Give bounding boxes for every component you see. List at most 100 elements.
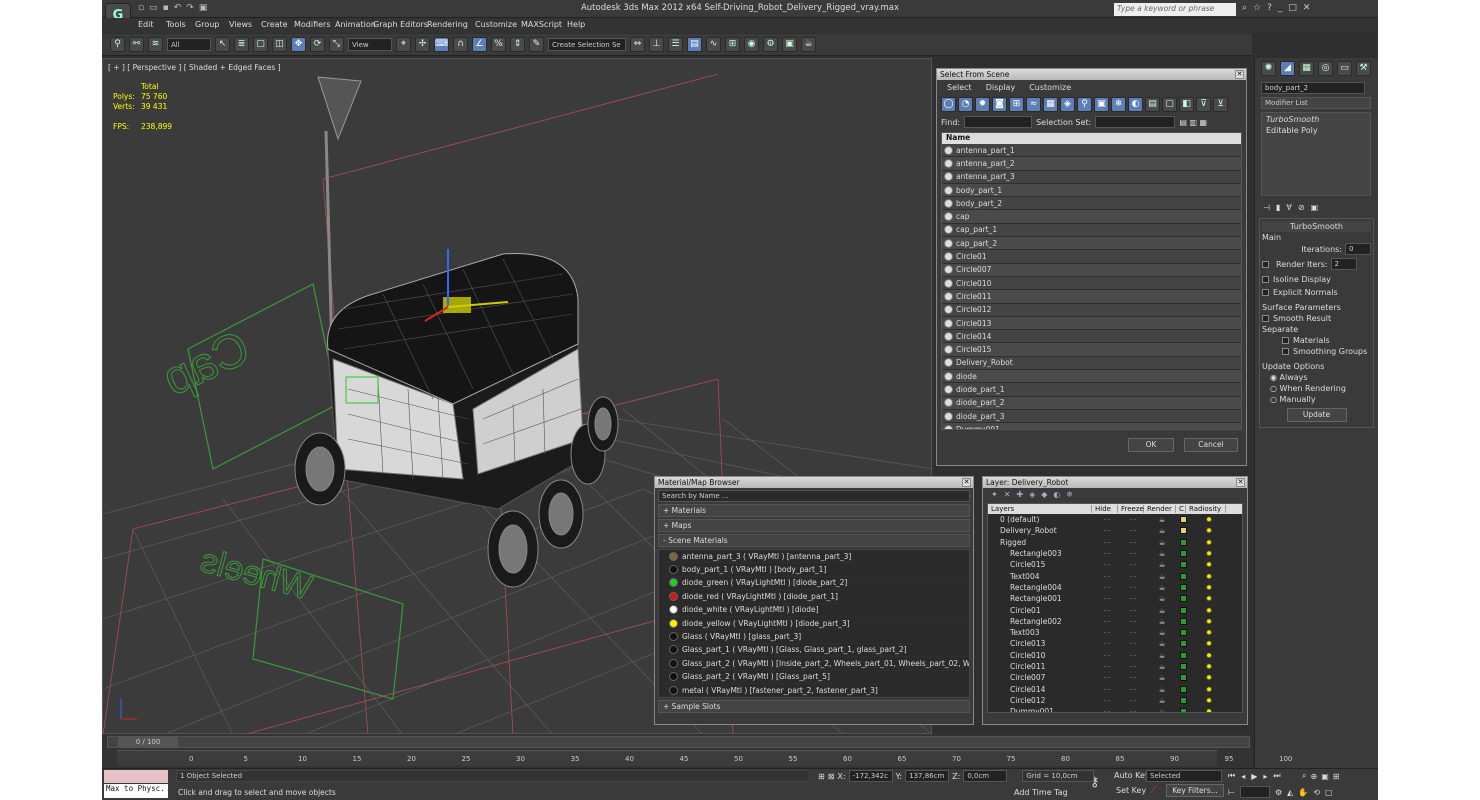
sample-slots-section[interactable]: + Sample Slots (658, 700, 970, 714)
material-item[interactable]: body_part_1 ( VRayMtl ) [body_part_1] (659, 563, 969, 577)
layer-row[interactable]: Text003 ⋯ ⋯ ☕ ✹ (988, 627, 1242, 638)
close-icon[interactable]: ✕ (1235, 70, 1244, 79)
redo-icon[interactable]: ↷ (186, 3, 194, 13)
layer-color-swatch[interactable] (1180, 617, 1187, 625)
layer-color-swatch[interactable] (1180, 516, 1187, 524)
hide-toggle-icon[interactable]: ⋯ (1094, 526, 1120, 535)
render-iters-checkbox[interactable] (1262, 260, 1269, 268)
menu-customize[interactable]: Customize (1029, 83, 1071, 92)
layer-color-swatch[interactable] (1180, 708, 1187, 712)
key-mode-toggle-icon[interactable]: ⊢ (1228, 788, 1235, 797)
selection-set-tools-icon[interactable]: ▤ ▥ ▦ (1179, 118, 1207, 127)
scene-object-row[interactable]: Circle01 (942, 250, 1241, 264)
angle-snap-icon[interactable]: ∠ (472, 37, 487, 52)
layer-row[interactable]: Rectangle003 ⋯ ⋯ ☕ ✹ (988, 548, 1242, 559)
render-toggle-icon[interactable]: ☕ (1146, 617, 1178, 626)
update-button[interactable]: Update (1286, 408, 1347, 422)
render-production-icon[interactable]: ☕ (801, 37, 816, 52)
play-icon[interactable]: ▶ (1251, 772, 1257, 781)
remove-modifier-icon[interactable]: ⊘ (1298, 203, 1305, 212)
layer-color-swatch[interactable] (1180, 640, 1187, 648)
render-toggle-icon[interactable]: ☕ (1146, 685, 1178, 694)
layer-column-layers[interactable]: Layers (988, 505, 1092, 513)
display-containers-icon[interactable]: ▣ (1094, 97, 1109, 112)
add-to-layer-icon[interactable]: ✚ (1016, 490, 1023, 499)
set-key-button[interactable]: Set Key (1116, 786, 1146, 795)
minimize-icon[interactable]: _ (1278, 3, 1283, 13)
radiosity-toggle-icon[interactable]: ✹ (1189, 515, 1229, 524)
absolute-mode-icon[interactable]: ⊠ (828, 772, 835, 781)
lock-selection-icon[interactable]: ⊞ (818, 772, 825, 781)
radiosity-toggle-icon[interactable]: ✹ (1189, 673, 1229, 682)
delete-layer-icon[interactable]: ✕ (1004, 490, 1011, 499)
render-toggle-icon[interactable]: ☕ (1146, 628, 1178, 637)
scene-object-row[interactable]: body_part_1 (942, 183, 1241, 198)
render-toggle-icon[interactable]: ☕ (1146, 572, 1178, 581)
material-item[interactable]: Glass_part_2 ( VRayMtl ) [Inside_part_2,… (659, 657, 969, 671)
select-all-icon[interactable]: ▤ (1145, 97, 1160, 112)
menu-modifiers[interactable]: Modifiers (294, 20, 331, 29)
freeze-toggle-icon[interactable]: ⋯ (1120, 662, 1146, 671)
radiosity-toggle-icon[interactable]: ✹ (1189, 526, 1229, 535)
scene-object-row[interactable]: antenna_part_3 (942, 170, 1241, 184)
snaps-toggle-icon[interactable]: ∩ (453, 37, 468, 52)
utilities-tab-icon[interactable]: ⚒ (1356, 61, 1371, 76)
window-crossing-icon[interactable]: ◫ (272, 37, 287, 52)
menu-group[interactable]: Group (195, 20, 219, 29)
scene-object-row[interactable]: cap_part_1 (942, 223, 1241, 238)
hide-toggle-icon[interactable]: ⋯ (1094, 707, 1120, 712)
auto-key-button[interactable]: Auto Key (1114, 771, 1150, 780)
display-spacewarps-icon[interactable]: ≈ (1026, 97, 1041, 112)
radiosity-toggle-icon[interactable]: ✹ (1189, 696, 1229, 705)
material-item[interactable]: Glass_part_1 ( VRayMtl ) [Glass, Glass_p… (659, 643, 969, 658)
layer-color-swatch[interactable] (1180, 561, 1187, 569)
object-name-field[interactable]: body_part_2 (1261, 82, 1365, 94)
y-coordinate-field[interactable]: 137,86cm (905, 770, 950, 782)
layer-color-swatch[interactable] (1180, 583, 1187, 591)
hide-toggle-icon[interactable]: ⋯ (1094, 673, 1120, 682)
add-time-tag[interactable]: Add Time Tag (1014, 788, 1068, 797)
material-editor-icon[interactable]: ◉ (744, 37, 759, 52)
zoom-icon[interactable]: ⌕ (1302, 771, 1306, 781)
freeze-toggle-icon[interactable]: ⋯ (1120, 560, 1146, 569)
scene-materials-section[interactable]: - Scene Materials (658, 534, 970, 547)
freeze-toggle-icon[interactable]: ⋯ (1120, 526, 1146, 535)
display-shapes-icon[interactable]: ◔ (958, 97, 973, 112)
align-icon[interactable]: ⊥ (649, 37, 664, 52)
render-toggle-icon[interactable]: ☕ (1146, 707, 1178, 712)
spinner-snap-icon[interactable]: ⇕ (510, 37, 525, 52)
layer-color-swatch[interactable] (1180, 606, 1187, 614)
menu-animation[interactable]: Animation (335, 20, 376, 29)
menu-help[interactable]: Help (567, 20, 585, 29)
hide-toggle-icon[interactable]: ⋯ (1094, 560, 1120, 569)
modifier-list-dropdown[interactable]: Modifier List (1261, 97, 1371, 109)
hide-toggle-icon[interactable]: ⋯ (1094, 617, 1120, 626)
freeze-toggle-icon[interactable]: ⋯ (1120, 628, 1146, 637)
display-groups-icon[interactable]: ▦ (1043, 97, 1058, 112)
default-tangent-icon[interactable]: ⟋ (1150, 785, 1157, 796)
z-coordinate-field[interactable]: 0,0cm (963, 770, 1008, 782)
freeze-toggle-icon[interactable]: ⋯ (1120, 651, 1146, 660)
render-toggle-icon[interactable]: ☕ (1146, 538, 1178, 547)
highlight-layer-icon[interactable]: ◆ (1041, 490, 1047, 499)
render-toggle-icon[interactable]: ☕ (1146, 662, 1178, 671)
render-toggle-icon[interactable]: ☕ (1146, 560, 1178, 569)
maps-section[interactable]: + Maps (658, 519, 970, 532)
modify-tab-icon[interactable]: ◢ (1280, 61, 1295, 76)
material-item[interactable]: Glass_part_2 ( VRayMtl ) [Glass_part_5] (659, 670, 969, 684)
display-bones-icon[interactable]: ⚲ (1077, 97, 1092, 112)
zoom-extents-all-icon[interactable]: ⊞ (1333, 772, 1340, 781)
layer-row[interactable]: Rectangle004 ⋯ ⋯ ☕ ✹ (988, 582, 1242, 593)
maximize-viewport-icon[interactable]: ▢ (1325, 788, 1333, 797)
edit-named-selection-icon[interactable]: ✎ (529, 37, 544, 52)
prev-frame-icon[interactable]: ◂ (1241, 772, 1245, 781)
freeze-toggle-icon[interactable]: ⋯ (1120, 549, 1146, 558)
material-item[interactable]: diode_yellow ( VRayLightMtl ) [diode_par… (659, 616, 969, 631)
radiosity-toggle-icon[interactable]: ✹ (1189, 639, 1229, 648)
rollout-title[interactable]: TurboSmooth (1262, 221, 1371, 232)
hierarchy-tab-icon[interactable]: ▦ (1299, 61, 1314, 76)
display-hidden-icon[interactable]: ◐ (1128, 97, 1143, 112)
goto-end-icon[interactable]: ⏭ (1273, 771, 1280, 781)
menu-display[interactable]: Display (986, 83, 1016, 92)
scene-object-row[interactable]: cap_part_2 (942, 237, 1241, 251)
